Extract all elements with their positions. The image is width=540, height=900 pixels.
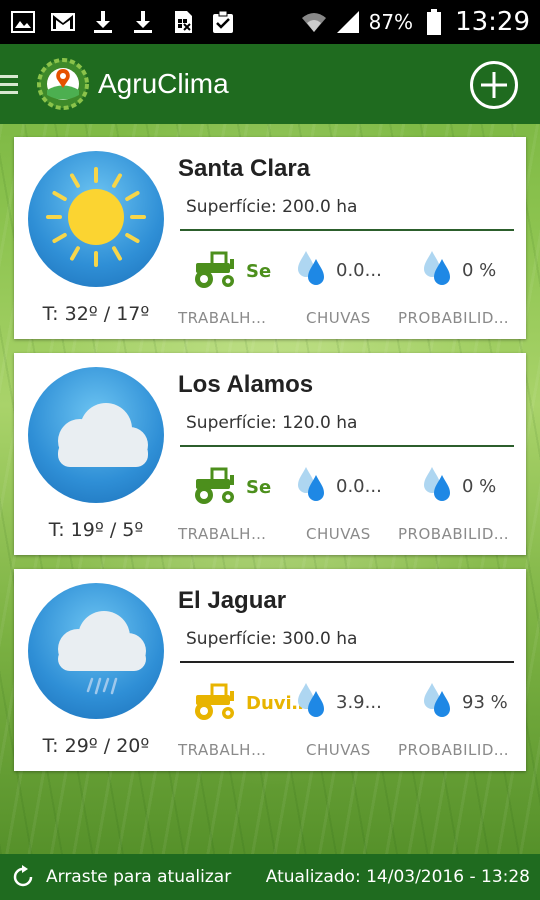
workability-label: TRABALHÁVEL [178, 309, 274, 327]
signal-icon [335, 9, 361, 35]
sim-icon [170, 9, 196, 35]
rain-label: CHUVAS [306, 525, 371, 543]
app-title: AgruClima [98, 68, 229, 99]
workability-metric: Se [192, 465, 271, 510]
rain-value: 0.0... [336, 260, 382, 281]
probability-metric: 0 % [420, 249, 496, 292]
workability-value: Se [246, 261, 272, 282]
temperature-range: T: 19º / 5º [48, 519, 144, 541]
rain-value: 0.0... [336, 476, 382, 497]
probability-label: PROBABILIDADE [398, 309, 516, 327]
probability-label: PROBABILIDADE [398, 525, 516, 543]
download-icon [130, 9, 156, 35]
rain-drops-icon [294, 681, 330, 724]
farm-name: Santa Clara [178, 155, 311, 182]
image-icon [10, 9, 36, 35]
clock: 13:29 [455, 7, 530, 37]
menu-icon[interactable] [0, 44, 24, 124]
battery-percent: 87% [368, 10, 414, 34]
probability-value: 0 % [462, 476, 497, 497]
workability-metric: Se [192, 249, 271, 294]
rain-drops-icon [420, 465, 456, 508]
rain-drops-icon [420, 249, 456, 292]
probability-metric: 0 % [420, 465, 496, 508]
pull-to-refresh-label: Arraste para atualizar [46, 867, 232, 887]
farm-surface: Superfície: 120.0 ha [180, 413, 514, 447]
rain-cloud-icon [28, 583, 164, 719]
workability-label: TRABALHÁVEL [178, 525, 274, 543]
rain-drops-icon [420, 681, 456, 724]
farm-surface: Superfície: 300.0 ha [180, 629, 514, 663]
download-icon [90, 9, 116, 35]
refresh-icon[interactable] [10, 864, 36, 890]
rain-metric: 0.0... [294, 249, 382, 292]
temperature-range: T: 32º / 17º [42, 303, 150, 325]
probability-value: 0 % [462, 260, 497, 281]
rain-drops-icon [294, 249, 330, 292]
rain-metric: 0.0... [294, 465, 382, 508]
last-updated: Atualizado: 14/03/2016 - 13:28 [265, 867, 530, 887]
farm-card[interactable]: T: 29º / 20º El Jaguar Superfície: 300.0… [14, 569, 526, 771]
rain-value: 3.9... [336, 692, 382, 713]
farm-name: Los Alamos [178, 371, 314, 398]
farm-card[interactable]: T: 19º / 5º Los Alamos Superfície: 120.0… [14, 353, 526, 555]
workability-label: TRABALHÁVEL [178, 741, 274, 759]
probability-metric: 93 % [420, 681, 508, 724]
cloud-icon [28, 367, 164, 503]
add-farm-button[interactable] [470, 61, 518, 109]
gmail-icon [50, 9, 76, 35]
rain-drops-icon [294, 465, 330, 508]
status-bar: 87% 13:29 [0, 0, 540, 44]
rain-label: CHUVAS [306, 309, 371, 327]
tractor-icon [192, 465, 240, 510]
app-logo-icon [36, 57, 90, 111]
clipboard-icon [210, 9, 236, 35]
farm-card[interactable]: T: 32º / 17º Santa Clara Superfície: 200… [14, 137, 526, 339]
probability-label: PROBABILIDADE [398, 741, 516, 759]
wifi-icon [301, 9, 327, 35]
probability-value: 93 % [462, 692, 508, 713]
farm-name: El Jaguar [178, 587, 287, 614]
tractor-icon [192, 681, 240, 726]
app-bar: AgruClima [0, 44, 540, 124]
farm-surface: Superfície: 200.0 ha [180, 197, 514, 231]
workability-value: Se [246, 477, 272, 498]
sun-icon [28, 151, 164, 287]
temperature-range: T: 29º / 20º [42, 735, 150, 757]
tractor-icon [192, 249, 240, 294]
rain-metric: 3.9... [294, 681, 382, 724]
rain-label: CHUVAS [306, 741, 371, 759]
bottom-bar: Arraste para atualizar Atualizado: 14/03… [0, 854, 540, 900]
battery-icon [421, 9, 447, 35]
